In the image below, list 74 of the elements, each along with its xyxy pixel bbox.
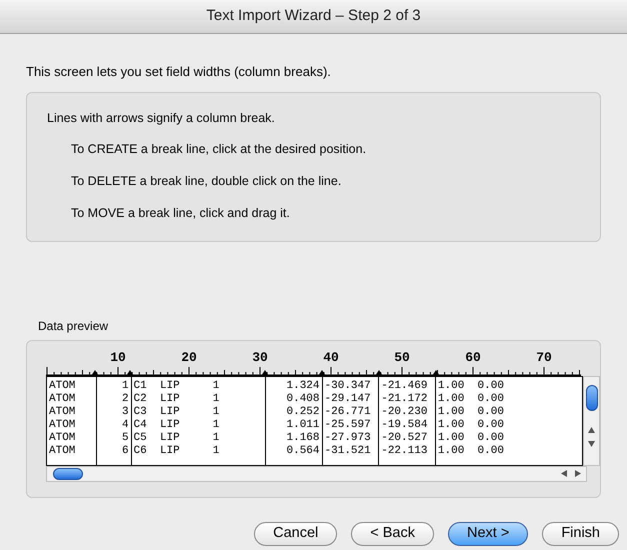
dialog-button[interactable]: Finish [542,522,619,546]
ruler-label: 60 [465,348,481,366]
preview-cell-text: -25.597 [324,418,372,432]
ruler-label: 30 [252,348,268,366]
ruler-label: 20 [181,348,197,366]
preview-cell-text: ATOM [48,444,76,458]
preview-cell-text: C2 LIP 1 [132,392,220,406]
break-arrow-icon[interactable] [126,370,134,376]
break-arrow-icon[interactable] [375,370,383,376]
preview-cell-text: -27.973 [324,432,372,444]
preview-cell-text: 1.00 0.00 [436,392,505,406]
preview-cell-text: 1.00 0.00 [436,406,505,418]
scroll-thumb[interactable] [586,384,598,410]
dialog-button[interactable]: Next > [448,522,528,546]
preview-cell-text: 1.324 [286,380,321,392]
preview-cell-text: C5 LIP 1 [132,432,220,444]
ruler-label: 10 [110,348,126,366]
preview-cell-text: -19.584 [380,418,428,432]
preview-cell-text: 1.00 0.00 [436,380,505,392]
instruction-text: To DELETE a break line, double click on the line. [70,173,342,190]
dialog-button[interactable]: < Back [351,522,434,546]
scroll-down-icon[interactable] [588,440,596,446]
instruction-text: To MOVE a break line, click and drag it. [70,204,291,222]
preview-cell-text: 6 [120,444,130,458]
preview-cell-text: ATOM [48,406,76,418]
intro-text: This screen lets you set field widths (column breaks). [26,63,332,81]
window-title: Text Import Wizard – Step 2 of 3 [206,6,421,26]
break-arrow-icon[interactable] [318,370,326,376]
horizontal-scrollbar[interactable] [46,466,587,482]
preview-cell-text: -20.230 [380,406,428,418]
preview-cell-text: 1.011 [286,418,321,432]
preview-cell-text: 0.252 [286,406,321,418]
break-arrow-icon[interactable] [261,370,269,376]
preview-cell-text: 2 [120,392,130,406]
scroll-up-icon[interactable] [588,426,596,432]
preview-cell-text: 4 [120,418,130,432]
preview-cell-text: 1 [120,380,130,392]
ruler-label: 70 [536,348,552,366]
preview-cell-text: -30.347 [324,380,372,392]
preview-cell-text: C1 LIP 1 [132,380,220,392]
break-arrow-icon[interactable] [91,370,99,376]
preview-cell-text: C6 LIP 1 [132,444,220,458]
dialog-button[interactable]: Cancel [254,522,338,546]
preview-cell-text: 0.564 [286,444,321,458]
break-arrow-icon[interactable] [432,370,440,376]
instructions-heading: Lines with arrows signify a column break. [47,110,276,127]
preview-cell-text: 1.00 0.00 [436,444,505,458]
preview-cell-text: 1.00 0.00 [436,432,505,444]
scroll-right-icon[interactable] [575,470,581,477]
ruler-label: 50 [394,348,410,366]
scroll-left-icon[interactable] [561,470,567,477]
preview-cell-text: ATOM [48,392,76,406]
instruction-text: To CREATE a break line, click at the desired position. [70,141,368,158]
preview-cell-text: ATOM [48,418,76,432]
preview-cell-text: -31.521 [324,444,372,458]
preview-cell-text: C3 LIP 1 [132,406,220,418]
preview-cell-text: 1.00 0.00 [436,418,505,432]
preview-cell-text: -20.527 [380,432,428,444]
preview-cell-text: 0.408 [286,392,321,406]
preview-cell-text: C4 LIP 1 [132,418,220,432]
preview-cell-text: 5 [120,432,130,444]
preview-cell-text: ATOM [48,380,76,392]
preview-cell-text: 3 [120,406,130,418]
scroll-thumb[interactable] [53,468,83,480]
preview-cell-text: ATOM [48,432,76,444]
vertical-scrollbar[interactable] [583,376,600,466]
preview-cell-text: -22.113 [380,444,428,458]
preview-label: Data preview [38,318,108,332]
preview-cell-text: -21.469 [380,380,428,392]
preview-cell-text: -26.771 [324,406,372,418]
preview-cell-text: -29.147 [324,392,372,406]
ruler-label: 40 [323,348,339,366]
preview-cell-text: 1.168 [286,432,321,444]
preview-cell-text: -21.172 [380,392,428,406]
